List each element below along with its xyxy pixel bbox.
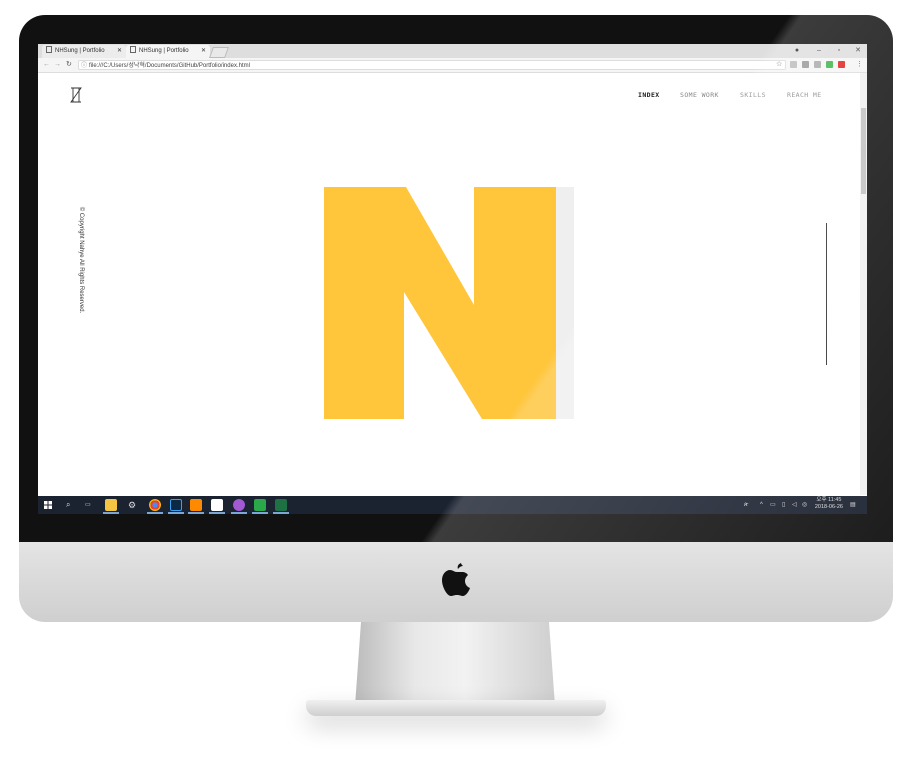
excel-icon[interactable] (275, 499, 287, 511)
windows-taskbar: ⌕ ▭ ⚙ ጵ ^ ▭ ▯ ◁ ◎ 오후 11:45 2018-06-26 ▤ (38, 496, 867, 514)
browser-tab[interactable]: NHSung | Portfolio ✕ (42, 45, 126, 58)
browser-tab-bar: NHSung | Portfolio ✕ NHSung | Portfolio … (38, 44, 867, 58)
app-indicator (273, 512, 289, 514)
extension-icon[interactable] (826, 61, 833, 68)
vertical-divider (826, 223, 827, 365)
volume-icon[interactable]: ◁ (792, 496, 797, 514)
close-window-button[interactable]: ✕ (851, 44, 865, 57)
app-indicator (188, 512, 204, 514)
minimize-button[interactable]: – (812, 44, 826, 57)
address-bar-row: ← → ↻ ⓘ file:///C:/Users/성낙혁/Documents/G… (38, 58, 867, 73)
sublime-icon[interactable] (190, 499, 202, 511)
web-page: INDEX SOME WORK SKILLS REACH ME © Copyri… (38, 73, 860, 495)
file-explorer-icon[interactable] (105, 499, 117, 511)
browser-tab-active[interactable]: NHSung | Portfolio ✕ (126, 45, 210, 58)
site-logo[interactable] (70, 87, 82, 103)
url-text: file:///C:/Users/성낙혁/Documents/GitHub/Po… (89, 63, 250, 69)
task-view-icon[interactable]: ▭ (85, 496, 91, 514)
screen: NHSung | Portfolio ✕ NHSung | Portfolio … (38, 44, 867, 514)
close-icon[interactable]: ✕ (201, 45, 206, 58)
copyright-text: © Copyright Nahye All Rights Reserved. (78, 206, 84, 314)
people-icon[interactable]: ጵ (744, 496, 748, 514)
youtube-icon[interactable] (838, 61, 845, 68)
maximize-button[interactable]: ▫ (832, 44, 846, 57)
app-icon[interactable] (254, 499, 266, 511)
document-icon (130, 46, 136, 53)
clock-time: 오후 11:45 (816, 497, 842, 503)
app-indicator (103, 512, 119, 514)
extension-icon[interactable] (790, 61, 797, 68)
app-indicator (231, 512, 247, 514)
reload-icon[interactable]: ↻ (66, 58, 72, 72)
scrollbar[interactable] (860, 73, 867, 495)
app-icon[interactable] (211, 499, 223, 511)
photoshop-icon[interactable] (170, 499, 182, 511)
close-icon[interactable]: ✕ (117, 45, 122, 58)
sync-icon[interactable]: ◎ (802, 496, 807, 514)
forward-icon[interactable]: → (54, 58, 61, 72)
extension-icon[interactable] (802, 61, 809, 68)
tab-title: NHSung | Portfolio (55, 48, 105, 54)
app-indicator (147, 512, 163, 514)
hero-letter (324, 187, 576, 419)
new-tab-button[interactable] (208, 47, 230, 58)
nav-skills[interactable]: SKILLS (740, 91, 766, 99)
scroll-thumb[interactable] (861, 108, 866, 194)
profile-icon[interactable]: ● (790, 44, 804, 57)
chevron-up-icon[interactable]: ^ (760, 496, 763, 514)
nav-some-work[interactable]: SOME WORK (680, 91, 719, 99)
tab-title: NHSung | Portfolio (139, 48, 189, 54)
network-icon[interactable]: ▯ (782, 496, 785, 514)
bookmark-star-icon[interactable]: ☆ (776, 58, 782, 72)
back-icon[interactable]: ← (43, 58, 50, 72)
app-indicator (252, 512, 268, 514)
nav-index[interactable]: INDEX (638, 91, 660, 99)
search-icon[interactable]: ⌕ (66, 496, 70, 514)
clock-date: 2018-06-26 (814, 504, 843, 510)
monitor-stand-base (306, 700, 606, 716)
clock[interactable]: 오후 11:45 2018-06-26 (815, 497, 843, 511)
menu-icon[interactable]: ⋮ (856, 58, 863, 72)
nav-reach-me[interactable]: REACH ME (787, 91, 822, 99)
app-indicator (168, 512, 184, 514)
battery-icon[interactable]: ▭ (770, 496, 776, 514)
extension-icon[interactable] (814, 61, 821, 68)
document-icon (46, 46, 52, 53)
chrome-icon[interactable] (149, 499, 161, 511)
media-icon[interactable] (233, 499, 245, 511)
apple-logo-icon (442, 563, 470, 596)
info-icon: ⓘ (81, 63, 88, 69)
settings-icon[interactable]: ⚙ (128, 496, 136, 514)
monitor-stand-neck (355, 622, 555, 706)
notification-icon[interactable]: ▤ (850, 496, 856, 514)
hero-letter-n (324, 187, 556, 419)
windows-start-icon[interactable] (44, 501, 52, 509)
app-indicator (209, 512, 225, 514)
url-input[interactable]: ⓘ file:///C:/Users/성낙혁/Documents/GitHub/… (78, 60, 786, 70)
